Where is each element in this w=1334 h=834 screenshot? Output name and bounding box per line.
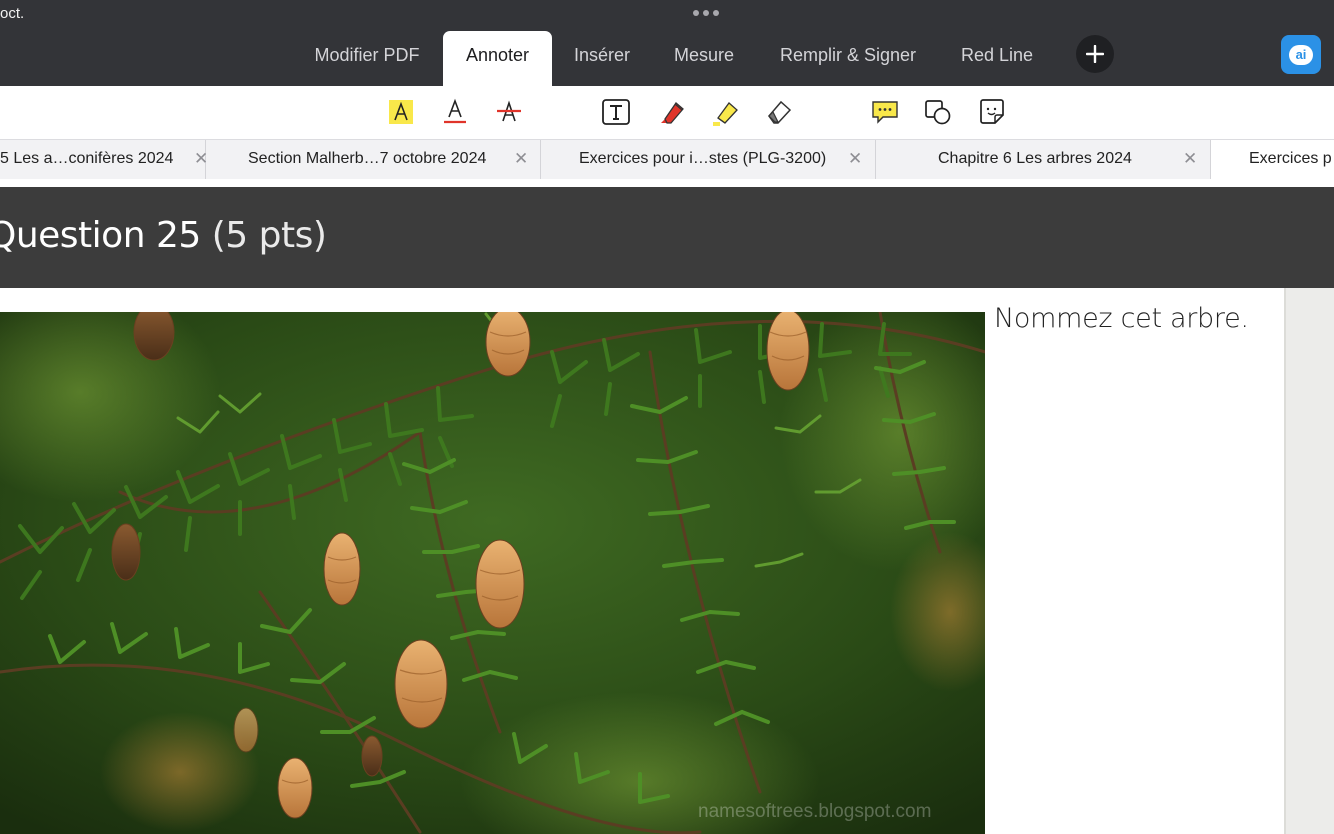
tree-photo: namesoftrees.blogspot.com bbox=[0, 312, 985, 834]
text-highlight-tool[interactable] bbox=[384, 96, 418, 128]
annotation-toolbar bbox=[0, 86, 1334, 139]
tab-modifier-pdf[interactable]: Modifier PDF bbox=[303, 31, 431, 86]
sticky-note-tool[interactable] bbox=[975, 96, 1009, 128]
highlighter-tool[interactable] bbox=[708, 96, 742, 128]
tab-red-line[interactable]: Red Line bbox=[952, 31, 1042, 86]
question-number: Question 25 bbox=[0, 215, 201, 256]
question-prompt: Nommez cet arbre. bbox=[994, 303, 1249, 334]
tab-remplir-signer[interactable]: Remplir & Signer bbox=[768, 31, 928, 86]
photo-watermark: namesoftrees.blogspot.com bbox=[698, 801, 931, 822]
question-points: (5 pts) bbox=[211, 215, 327, 256]
comment-icon bbox=[872, 101, 898, 124]
document-tab[interactable]: Section Malherb…7 octobre 2024 ✕ bbox=[206, 140, 541, 179]
add-tab-button[interactable] bbox=[1076, 35, 1114, 73]
page-margin bbox=[1284, 288, 1334, 834]
document-tab[interactable]: Chapitre 6 Les arbres 2024 ✕ bbox=[876, 140, 1211, 179]
sticky-note-icon bbox=[980, 99, 1004, 124]
highlighter-icon bbox=[713, 102, 738, 126]
shapes-icon bbox=[925, 100, 951, 125]
document-tab-active[interactable]: Exercices p bbox=[1211, 140, 1334, 179]
tab-inserer[interactable]: Insérer bbox=[562, 31, 642, 86]
text-box-tool[interactable] bbox=[599, 96, 633, 128]
comment-tool[interactable] bbox=[868, 96, 902, 128]
eraser-tool[interactable] bbox=[762, 96, 796, 128]
text-strikethrough-tool[interactable] bbox=[492, 96, 526, 128]
document-tab[interactable]: 5 Les a…conifères 2024 ✕ bbox=[0, 140, 208, 179]
document-tab-label: Exercices pour i…stes (PLG-3200) bbox=[579, 150, 827, 167]
document-tab-label: Section Malherb…7 octobre 2024 bbox=[248, 150, 487, 167]
toolbar-spacer bbox=[0, 179, 1334, 187]
question-header: Question 25 (5 pts) bbox=[0, 187, 1334, 288]
pen-icon bbox=[661, 102, 684, 124]
status-time: oct. bbox=[0, 5, 25, 22]
tab-annoter[interactable]: Annoter bbox=[443, 31, 552, 86]
eraser-icon bbox=[768, 100, 792, 124]
question-title: Question 25 (5 pts) bbox=[0, 215, 327, 256]
document-tab-label: 5 Les a…conifères 2024 bbox=[0, 150, 174, 167]
document-tab-label: Chapitre 6 Les arbres 2024 bbox=[938, 150, 1132, 167]
shapes-tool[interactable] bbox=[921, 96, 955, 128]
pen-tool[interactable] bbox=[654, 96, 688, 128]
text-strikethrough-icon bbox=[497, 100, 521, 122]
close-tab-icon[interactable]: ✕ bbox=[514, 149, 528, 169]
app-menu-bar: oct. Modifier PDF Annoter Insérer Mesure… bbox=[0, 0, 1334, 86]
ai-assistant-button[interactable]: ai bbox=[1281, 35, 1321, 74]
document-tabs-bar: 5 Les a…conifères 2024 ✕ Section Malherb… bbox=[0, 139, 1334, 180]
document-tab-label: Exercices p bbox=[1249, 150, 1332, 167]
plus-icon bbox=[1086, 45, 1104, 63]
multitasking-dots-icon[interactable] bbox=[693, 10, 719, 16]
hemlock-branch-image: namesoftrees.blogspot.com bbox=[0, 312, 985, 834]
text-underline-icon bbox=[444, 98, 466, 124]
ai-label: ai bbox=[1289, 44, 1313, 65]
document-tab[interactable]: Exercices pour i…stes (PLG-3200) ✕ bbox=[541, 140, 876, 179]
close-tab-icon[interactable]: ✕ bbox=[848, 149, 862, 169]
text-box-icon bbox=[602, 99, 630, 125]
tab-mesure[interactable]: Mesure bbox=[664, 31, 744, 86]
text-highlight-icon bbox=[389, 100, 413, 124]
text-underline-tool[interactable] bbox=[438, 96, 472, 128]
close-tab-icon[interactable]: ✕ bbox=[1183, 149, 1197, 169]
